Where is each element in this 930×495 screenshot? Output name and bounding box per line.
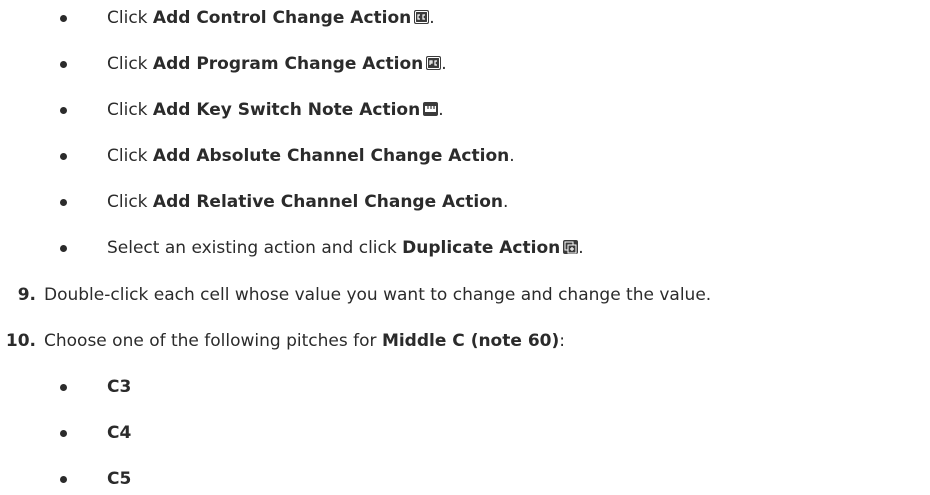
step-number: 9. — [17, 285, 36, 305]
bullet — [60, 15, 67, 22]
pitch-option: C3 — [107, 377, 132, 397]
list-item-text: Click Add Control Change Action. — [107, 8, 435, 28]
key-switch-icon — [423, 102, 439, 116]
pitch-option: C5 — [107, 469, 132, 489]
bullet — [60, 384, 67, 391]
bullet — [60, 199, 67, 206]
bullet — [60, 430, 67, 437]
duplicate-icon — [563, 240, 579, 254]
program-change-icon — [426, 56, 442, 70]
bullet — [60, 476, 67, 483]
list-item-text: Click Add Absolute Channel Change Action… — [107, 146, 515, 166]
pitch-option: C4 — [107, 423, 132, 443]
step-text: Double-click each cell whose value you w… — [44, 285, 712, 305]
list-item-text: Click Add Program Change Action. — [107, 54, 447, 74]
bullet — [60, 245, 67, 252]
list-item-text: Select an existing action and click Dupl… — [107, 238, 584, 258]
bullet — [60, 107, 67, 114]
step-text: Choose one of the following pitches for … — [44, 331, 565, 351]
control-change-icon — [414, 10, 430, 24]
step-number: 10. — [5, 331, 36, 351]
list-item-text: Click Add Key Switch Note Action. — [107, 100, 444, 120]
bullet — [60, 61, 67, 68]
list-item-text: Click Add Relative Channel Change Action… — [107, 192, 509, 212]
bullet — [60, 153, 67, 160]
